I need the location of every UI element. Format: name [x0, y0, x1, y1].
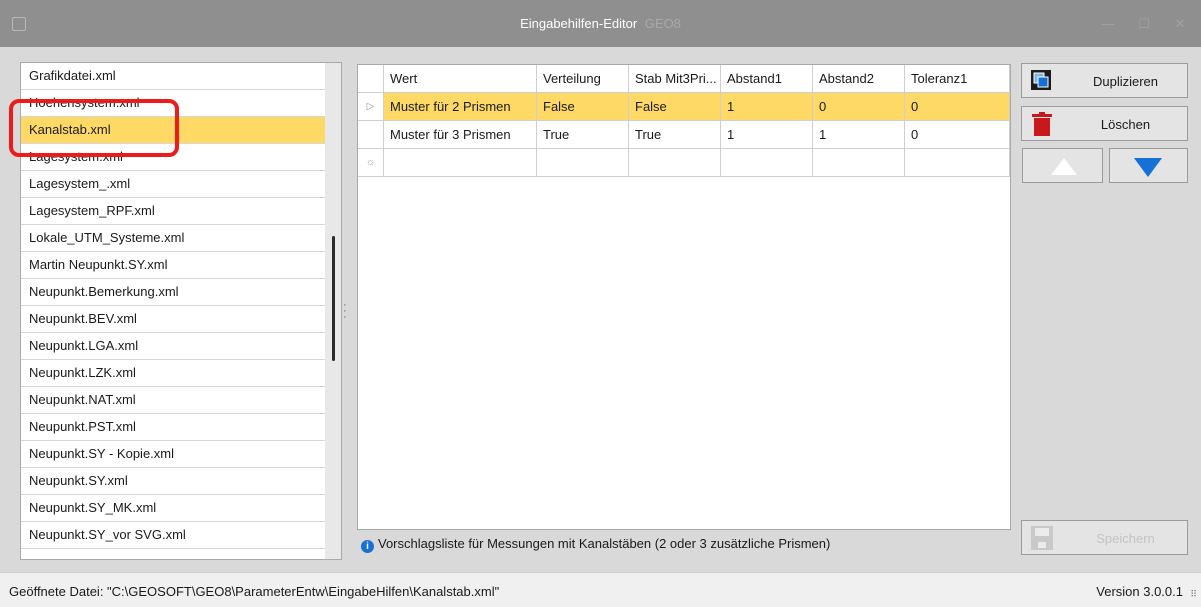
grid-cell[interactable]: Muster für 3 Prismen: [384, 121, 537, 149]
grid-new-row-cell[interactable]: [537, 149, 629, 177]
minimize-button[interactable]: —: [1098, 16, 1118, 31]
grid-column-header[interactable]: Verteilung: [537, 65, 629, 93]
grid-column-header[interactable]: Toleranz1: [905, 65, 1010, 93]
info-icon: i: [361, 540, 374, 553]
grid-cell[interactable]: 1: [721, 93, 813, 121]
duplicate-button-label: Duplizieren: [1092, 74, 1159, 89]
grid-new-row[interactable]: ☼: [358, 149, 1010, 177]
delete-button-label: Löschen: [1100, 117, 1151, 132]
file-list-item[interactable]: Neupunkt.SY - Kopie.xml: [21, 441, 325, 468]
move-up-button[interactable]: [1022, 148, 1103, 183]
file-list-item[interactable]: Neupunkt.LGA.xml: [21, 333, 325, 360]
save-button[interactable]: Speichern: [1021, 520, 1188, 555]
status-open-file: Geöffnete Datei: "C:\GEOSOFT\GEO8\Parame…: [9, 584, 500, 599]
grid-row[interactable]: Muster für 3 Prismen True True 1 1 0: [358, 121, 1010, 149]
grid-table: Wert Verteilung Stab Mit3Pri... Abstand1 Abs…: [358, 65, 1010, 177]
close-button[interactable]: ✕: [1170, 16, 1190, 32]
file-list-item[interactable]: Neupunkt.SY_vor SVG.xml: [21, 522, 325, 549]
info-text: Vorschlagsliste für Messungen mit Kanals…: [378, 536, 831, 551]
splitter-grip[interactable]: · · ·: [343, 300, 347, 323]
grid-new-row-cell[interactable]: [813, 149, 905, 177]
file-list-item[interactable]: Neupunkt.LZK.xml: [21, 360, 325, 387]
maximize-button[interactable]: ☐: [1134, 16, 1154, 32]
grid-new-row-cell[interactable]: [629, 149, 721, 177]
data-grid[interactable]: Wert Verteilung Stab Mit3Pri... Abstand1 Abs…: [357, 64, 1011, 530]
new-row-icon: ☼: [358, 149, 384, 177]
grid-cell[interactable]: False: [629, 93, 721, 121]
grid-cell[interactable]: 0: [905, 93, 1010, 121]
file-list-item[interactable]: Neupunkt.PST.xml: [21, 414, 325, 441]
file-list-scrollbar[interactable]: [325, 63, 341, 559]
file-list-item[interactable]: Neupunkt.BEV.xml: [21, 306, 325, 333]
duplicate-button[interactable]: Duplizieren: [1021, 63, 1188, 98]
title-bar: Eingabehilfen-Editor GEO8 — ☐ ✕: [0, 0, 1201, 47]
file-list-item[interactable]: Neupunkt.SY.xml: [21, 468, 325, 495]
save-disk-icon: [1031, 526, 1053, 550]
grid-cell[interactable]: 1: [721, 121, 813, 149]
window-title: Eingabehilfen-Editor GEO8: [0, 16, 1201, 31]
grid-new-row-cell[interactable]: [905, 149, 1010, 177]
grid-cell[interactable]: False: [537, 93, 629, 121]
status-version: Version 3.0.0.1: [1096, 584, 1183, 599]
grid-header-row: Wert Verteilung Stab Mit3Pri... Abstand1 Abs…: [358, 65, 1010, 93]
file-list-item[interactable]: Neupunkt.SY_MK.xml: [21, 495, 325, 522]
delete-button[interactable]: Löschen: [1021, 106, 1188, 141]
grid-cell[interactable]: True: [629, 121, 721, 149]
grid-new-row-cell[interactable]: [384, 149, 537, 177]
move-down-button[interactable]: [1109, 148, 1188, 183]
file-list-item[interactable]: Grafikdatei.xml: [21, 63, 325, 90]
editor-window: Eingabehilfen-Editor GEO8 — ☐ ✕ Grafikda…: [0, 0, 1201, 607]
grid-cell[interactable]: True: [537, 121, 629, 149]
window-title-text: Eingabehilfen-Editor: [520, 16, 638, 31]
grid-row[interactable]: ▷ Muster für 2 Prismen False False 1 0 0: [358, 93, 1010, 121]
current-row-indicator-icon[interactable]: ▷: [358, 93, 384, 121]
file-list-item[interactable]: Neupunkt.NAT.xml: [21, 387, 325, 414]
file-list-scroll-thumb[interactable]: [332, 236, 335, 361]
status-bar: Geöffnete Datei: "C:\GEOSOFT\GEO8\Parame…: [0, 572, 1201, 607]
file-list-item[interactable]: Neupunkt.Bemerkung.xml: [21, 279, 325, 306]
grid-corner-cell: [358, 65, 384, 93]
duplicate-icon: [1031, 70, 1051, 90]
resize-grip-icon[interactable]: ⠿: [1190, 589, 1197, 600]
file-list-item[interactable]: Lokale_UTM_Systeme.xml: [21, 225, 325, 252]
grid-cell[interactable]: 0: [813, 93, 905, 121]
grid-new-row-cell[interactable]: [721, 149, 813, 177]
file-list-item[interactable]: Lagesystem_.xml: [21, 171, 325, 198]
selection-highlight-annotation: [9, 99, 179, 157]
arrow-down-icon: [1134, 158, 1162, 177]
grid-column-header[interactable]: Abstand1: [721, 65, 813, 93]
window-title-suffix: GEO8: [644, 16, 681, 31]
info-bar: i Vorschlagsliste für Messungen mit Kanal…: [361, 536, 830, 553]
grid-column-header[interactable]: Stab Mit3Pri...: [629, 65, 721, 93]
trash-icon: [1032, 112, 1052, 136]
grid-cell[interactable]: 1: [813, 121, 905, 149]
grid-cell[interactable]: Muster für 2 Prismen: [384, 93, 537, 121]
row-header-cell[interactable]: [358, 121, 384, 149]
file-list-item[interactable]: Martin Neupunkt.SY.xml: [21, 252, 325, 279]
grid-column-header[interactable]: Abstand2: [813, 65, 905, 93]
grid-cell[interactable]: 0: [905, 121, 1010, 149]
grid-column-header[interactable]: Wert: [384, 65, 537, 93]
file-list-item[interactable]: Lagesystem_RPF.xml: [21, 198, 325, 225]
save-button-label: Speichern: [1096, 531, 1155, 546]
arrow-up-icon: [1051, 158, 1077, 175]
